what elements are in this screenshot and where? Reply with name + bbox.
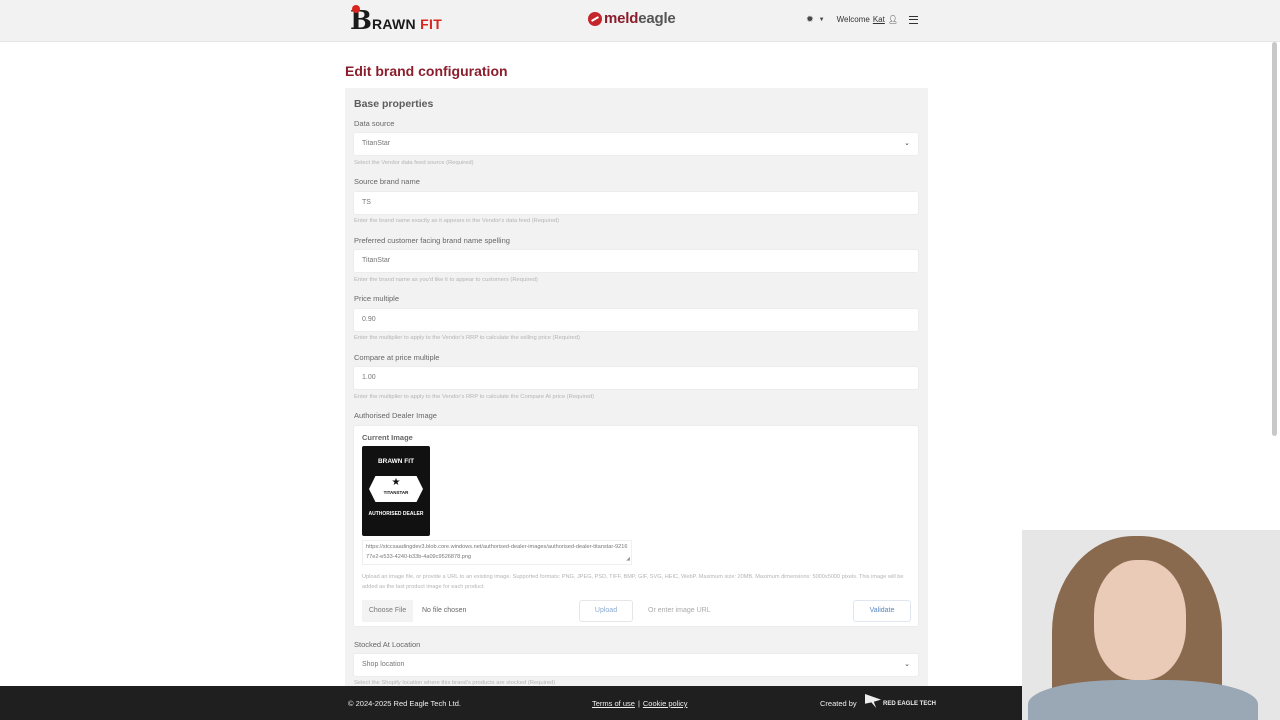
image-url-textarea[interactable]: https://stccsaadingdev3.blob.core.window… [362, 540, 632, 565]
source-brand-name-help: Enter the brand name exactly as it appea… [354, 218, 560, 224]
stocked-location-label: Stocked At Location [354, 640, 421, 649]
image-url-value: https://stccsaadingdev3.blob.core.window… [366, 544, 628, 560]
dealer-image-badge-text: TITANSTAR [383, 490, 409, 495]
no-file-chosen-text: No file chosen [422, 607, 467, 614]
footer-links: Terms of use | Cookie policy [592, 699, 688, 708]
brawn-fit-logo[interactable]: B RAWN FIT [350, 5, 443, 36]
upload-button[interactable]: Upload [579, 600, 633, 622]
price-multiple-input[interactable]: 0.90 [353, 308, 919, 332]
athlete-icon [352, 5, 360, 13]
data-source-select[interactable]: TitanStar ⌄ [353, 132, 919, 156]
dealer-image-brand: BRAWN FIT [377, 458, 415, 465]
dealer-image-caption: AUTHORISED DEALER [368, 511, 424, 517]
meldeagle-logo[interactable]: meldeagle [588, 10, 676, 27]
price-multiple-help: Enter the multiplier to apply to the Ven… [354, 335, 580, 341]
compare-multiple-value: 1.00 [362, 374, 376, 381]
eagle-icon [865, 694, 881, 708]
scrollbar-thumb[interactable] [1272, 42, 1277, 436]
terms-of-use-link[interactable]: Terms of use [592, 699, 635, 708]
header-actions: ✹ ▼ Welcome Kat 👤︎ [806, 14, 918, 25]
compare-multiple-help: Enter the multiplier to apply to the Ven… [354, 394, 595, 400]
preferred-name-label: Preferred customer facing brand name spe… [354, 236, 510, 245]
price-multiple-value: 0.90 [362, 316, 376, 323]
source-brand-name-input[interactable]: TS [353, 191, 919, 215]
preferred-name-value: TitanStar [362, 257, 391, 264]
red-eagle-tech-logo[interactable]: RED EAGLE TECH [865, 694, 936, 708]
top-header: B RAWN FIT meldeagle ✹ ▼ Welcome Kat 👤︎ [0, 0, 1280, 42]
copyright-text: © 2024-2025 Red Eagle Tech Ltd. [348, 699, 461, 708]
welcome-prefix: Welcome [836, 15, 870, 24]
meldeagle-logo-icon [588, 11, 602, 26]
page-title: Edit brand configuration [345, 63, 508, 79]
caret-down-icon: ▼ [818, 16, 825, 23]
meldeagle-logo-text: meldeagle [604, 10, 676, 27]
dealer-image-badge: ★ TITANSTAR [369, 476, 423, 502]
source-brand-name-label: Source brand name [354, 177, 420, 186]
data-source-label: Data source [354, 119, 395, 128]
user-name[interactable]: Kat [873, 15, 885, 24]
person-icon: 👤︎ [887, 15, 898, 24]
validate-button[interactable]: Validate [853, 600, 911, 622]
footer-link-separator: | [637, 699, 640, 708]
preferred-name-input[interactable]: TitanStar [353, 249, 919, 273]
dealer-image-panel: Current Image BRAWN FIT ★ TITANSTAR AUTH… [353, 425, 919, 627]
brawn-fit-logo-mark: B [350, 5, 372, 36]
welcome-user[interactable]: Welcome Kat 👤︎ [837, 15, 898, 24]
theme-toggle[interactable]: ✹ ▼ [806, 14, 825, 25]
section-title: Base properties [354, 98, 434, 110]
compare-multiple-label: Compare at price multiple [354, 353, 440, 362]
red-eagle-tech-logo-text: RED EAGLE TECH [883, 701, 937, 707]
image-url-input[interactable]: Or enter image URL [648, 600, 711, 622]
chevron-down-icon: ⌄ [904, 661, 910, 668]
data-source-help: Select the Vendor data feed source (Requ… [354, 160, 474, 166]
preferred-name-help: Enter the brand name as you'd like it to… [354, 277, 538, 283]
base-properties-card: Base properties Data source TitanStar ⌄ … [345, 88, 928, 708]
webcam-overlay [1022, 530, 1280, 720]
price-multiple-label: Price multiple [354, 294, 400, 303]
cookie-policy-link[interactable]: Cookie policy [643, 699, 688, 708]
brawn-fit-logo-text: RAWN FIT [371, 16, 443, 32]
sun-icon: ✹ [806, 14, 814, 24]
stocked-location-select[interactable]: Shop location ⌄ [353, 653, 919, 677]
dealer-image-label: Authorised Dealer Image [354, 411, 437, 420]
authorised-dealer-image: BRAWN FIT ★ TITANSTAR AUTHORISED DEALER [362, 446, 430, 536]
choose-file-button[interactable]: Choose File [362, 600, 413, 622]
stocked-location-value: Shop location [362, 661, 405, 668]
star-icon: ★ [391, 477, 401, 488]
resize-grip-icon[interactable]: ◢ [626, 555, 630, 565]
file-upload-row: Choose File No file chosen Upload Or ent… [362, 600, 912, 622]
data-source-value: TitanStar [362, 140, 391, 147]
dealer-image-help: Upload an image file, or provide a URL t… [362, 574, 904, 590]
hamburger-menu-icon[interactable] [909, 15, 918, 24]
created-by-text: Created by [820, 699, 857, 708]
compare-multiple-input[interactable]: 1.00 [353, 366, 919, 390]
chevron-down-icon: ⌄ [904, 140, 910, 147]
current-image-label: Current Image [362, 433, 413, 442]
source-brand-name-value: TS [362, 199, 371, 206]
